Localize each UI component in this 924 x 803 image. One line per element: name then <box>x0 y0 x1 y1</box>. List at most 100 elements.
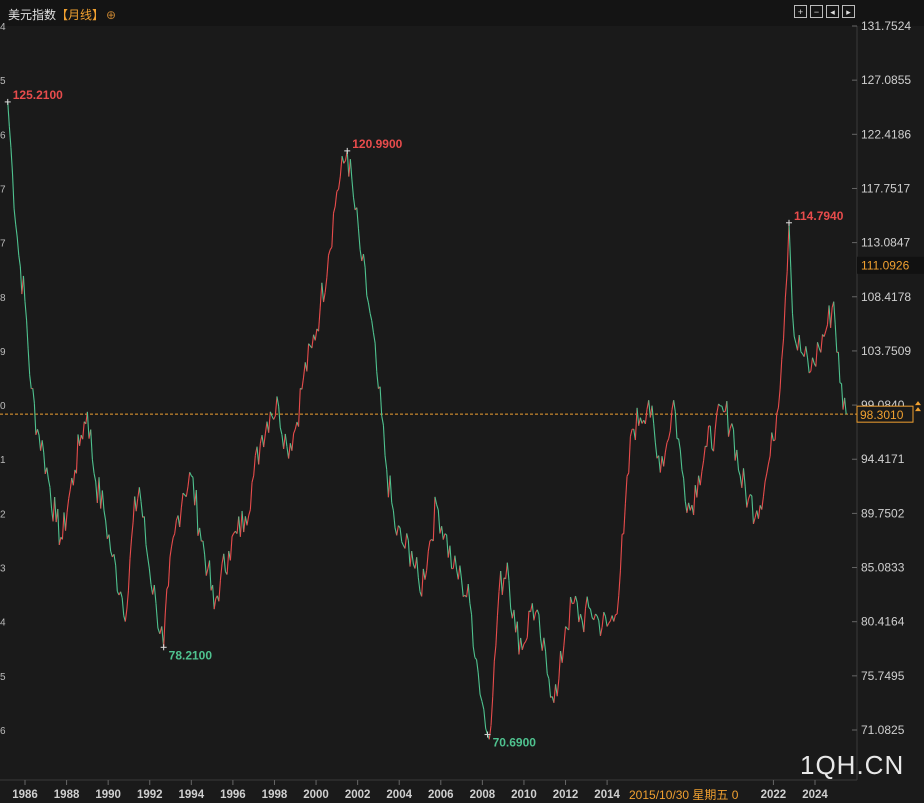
series-segment <box>42 440 44 452</box>
series-segment <box>412 551 414 564</box>
series-segment <box>264 434 266 447</box>
x-tick-label: 2010 <box>511 789 537 801</box>
series-segment <box>694 485 696 515</box>
series-segment <box>493 661 495 696</box>
series-segment <box>655 442 657 458</box>
series-segment <box>232 533 234 536</box>
x-tick-label: 2006 <box>428 789 454 801</box>
series-segment <box>502 578 504 595</box>
series-segment <box>383 425 385 456</box>
series-segment <box>193 477 195 505</box>
series-segment <box>224 554 226 572</box>
series-segment <box>620 534 622 570</box>
series-segment <box>106 521 108 539</box>
series-segment <box>625 476 627 503</box>
series-segment <box>146 545 148 557</box>
series-segment <box>344 161 346 164</box>
series-segment <box>615 614 617 615</box>
series-segment <box>363 254 365 267</box>
series-segment <box>214 599 216 610</box>
series-segment <box>640 418 642 424</box>
series-segment <box>307 344 309 372</box>
series-segment <box>370 313 372 321</box>
series-segment <box>365 268 367 296</box>
series-segment <box>714 429 716 451</box>
series-segment <box>450 546 452 569</box>
series-segment <box>190 472 192 475</box>
series-segment <box>840 383 842 384</box>
series-segment <box>816 342 818 366</box>
series-segment <box>111 551 113 557</box>
series-segment <box>92 459 94 473</box>
series-segment <box>405 533 407 548</box>
series-segment <box>203 541 205 554</box>
series-segment <box>554 684 556 702</box>
extreme-label: 78.2100 <box>169 648 213 662</box>
series-segment <box>630 429 632 436</box>
series-segment <box>11 148 13 174</box>
series-segment <box>600 627 602 636</box>
series-segment <box>240 511 242 537</box>
y-tick-label: 117.7517 <box>861 181 910 195</box>
series-segment <box>539 615 541 639</box>
series-segment <box>170 546 172 557</box>
series-segment <box>80 435 82 446</box>
series-segment <box>491 696 493 725</box>
series-segment <box>397 526 399 536</box>
y-tick-label: 89.7502 <box>861 506 905 520</box>
series-segment <box>675 412 677 439</box>
series-segment <box>285 434 287 447</box>
series-segment <box>639 418 641 426</box>
series-segment <box>782 339 784 360</box>
series-segment <box>595 614 597 616</box>
series-segment <box>468 584 470 603</box>
series-segment <box>710 426 712 449</box>
series-segment <box>73 470 75 485</box>
y-tick-label: 71.0825 <box>861 723 905 737</box>
series-segment <box>831 308 833 328</box>
y-tick-label: 94.4171 <box>861 452 905 466</box>
series-segment <box>791 267 793 313</box>
series-segment <box>717 404 719 413</box>
series-segment <box>337 189 339 191</box>
series-segment <box>367 295 369 302</box>
series-segment <box>532 603 534 620</box>
series-segment <box>9 126 11 147</box>
series-segment <box>23 276 25 302</box>
series-segment <box>315 329 317 341</box>
series-segment <box>494 646 496 662</box>
series-segment <box>806 346 808 358</box>
series-segment <box>357 208 359 229</box>
series-segment <box>330 247 332 250</box>
series-segment <box>811 358 813 372</box>
left-tick-label: 6 <box>0 130 6 141</box>
series-segment <box>329 250 331 255</box>
series-segment <box>39 435 41 451</box>
left-tick-label: 4 <box>0 22 6 33</box>
series-segment <box>141 501 143 517</box>
extreme-label: 125.2100 <box>13 88 63 102</box>
series-segment <box>102 490 104 510</box>
last-value-label: 98.3010 <box>860 408 904 422</box>
series-segment <box>274 416 276 420</box>
series-segment <box>758 505 760 518</box>
series-segment <box>322 283 324 302</box>
series-segment <box>821 334 823 352</box>
series-segment <box>443 534 445 540</box>
series-segment <box>94 473 96 481</box>
series-segment <box>398 526 400 528</box>
series-segment <box>645 409 647 424</box>
series-segment <box>599 621 601 636</box>
series-segment <box>269 412 271 433</box>
series-segment <box>580 614 582 621</box>
series-segment <box>748 494 750 498</box>
series-segment <box>312 335 314 348</box>
chart-canvas[interactable]: 131.7524127.0855122.4186117.7517113.0847… <box>0 0 924 801</box>
series-segment <box>813 358 815 364</box>
series-segment <box>186 487 188 497</box>
series-segment <box>133 496 135 522</box>
left-tick-label: 5 <box>0 76 6 87</box>
left-tick-label: 1 <box>0 455 6 466</box>
series-segment <box>20 267 22 294</box>
series-segment <box>460 566 462 581</box>
